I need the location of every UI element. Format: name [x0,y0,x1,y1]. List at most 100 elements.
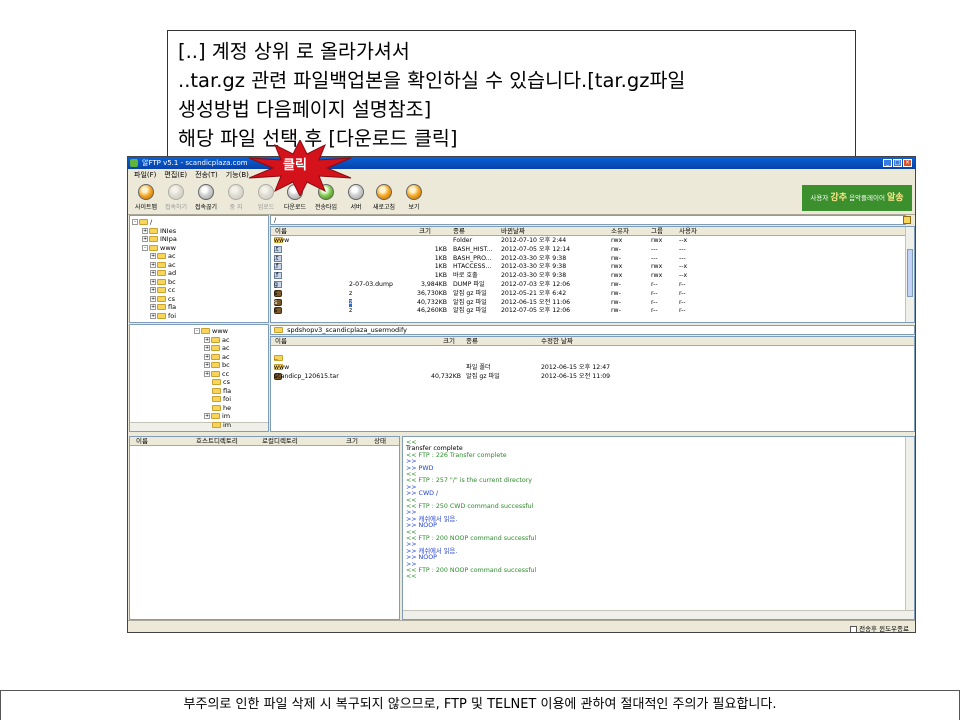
tree-item[interactable]: - www [194,327,228,336]
collapse-icon[interactable]: - [194,328,200,334]
expand-icon[interactable]: + [204,362,210,368]
expand-icon[interactable]: + [150,261,156,268]
tree-item[interactable]: he [212,404,231,413]
remote-vertical-scrollbar[interactable] [905,227,914,322]
expand-icon[interactable]: + [204,336,210,343]
column-header[interactable]: 이름 [275,337,287,346]
tree-item[interactable]: + ac [204,353,230,362]
expand-icon[interactable]: + [204,353,210,360]
toolbar-button-8[interactable]: 새로고침 [370,184,398,214]
menu-transfer[interactable]: 전송(T) [195,169,218,181]
toolbar-button-9[interactable]: 보기 [400,184,428,214]
file-name: s [274,289,278,297]
minimize-icon[interactable]: _ [883,159,892,167]
column-header[interactable]: 상태 [374,437,386,446]
tree-item[interactable]: + bc [204,361,230,370]
tree-item[interactable]: + foi [150,312,176,321]
tree-item[interactable]: + bc [150,278,176,287]
tree-item[interactable]: + ac [150,261,176,270]
tree-item[interactable]: + cs [150,295,175,304]
tree-item[interactable]: + INIes [142,227,176,236]
table-row[interactable]: .t 1KB BASH_HIST... 2012-07-05 오후 12:14 rw- -… [271,245,901,255]
column-header[interactable]: 바뀐날짜 [501,227,525,236]
expand-icon[interactable]: + [150,287,156,293]
column-header[interactable]: 종류 [453,227,465,236]
menu-file[interactable]: 파일(F) [134,169,156,181]
remote-folder-up-icon[interactable] [903,216,911,224]
log-horizontal-scrollbar[interactable] [403,610,914,619]
tree-item[interactable]: im [212,421,231,430]
tree-item[interactable]: + fla [150,303,176,312]
toolbar-button-3[interactable]: 중 지 [222,184,250,214]
expand-icon[interactable]: + [150,253,156,259]
tree-item[interactable]: + ac [204,336,230,345]
tree-item[interactable]: + im [204,412,230,421]
column-header[interactable]: 이름 [136,437,148,446]
tree-item[interactable]: + ac [150,252,176,261]
expand-icon[interactable]: + [204,413,210,419]
tree-item[interactable]: fla [212,387,231,396]
type-cell: 알집 gz 파일 [453,289,487,297]
collapse-icon[interactable]: - [142,244,148,251]
table-row[interactable]: .f 1KB 바로 호출 2012-03-30 오후 9:38 rwx rwx --x [271,272,901,281]
column-header[interactable]: 크기 [419,227,431,236]
checkbox-box[interactable] [850,625,858,632]
tree-item-label: ad [168,269,177,277]
table-row[interactable]: .f 1KB HTACCESS... 2012-03-30 오후 9:38 rwx rwx… [271,263,901,272]
expand-icon[interactable]: + [150,278,156,285]
expand-icon[interactable]: + [204,345,210,351]
close-icon[interactable]: × [903,159,912,167]
column-header[interactable]: 그룹 [651,227,663,236]
toolbar-button-0[interactable]: 사이트맵 [132,184,160,214]
column-header[interactable]: 이름 [275,227,287,236]
local-path-bar[interactable]: spdshopv3_scandicplaza_usermodify [270,325,915,335]
expand-icon[interactable]: + [204,370,210,377]
table-row[interactable]: g 2-07-03.dump 3,984KB DUMP 파일 2012-07-03 오후… [271,281,901,290]
column-header[interactable]: 소유자 [611,227,629,236]
table-row[interactable]: s z 36,730KB 알집 gz 파일 2012-05-21 오후 6:42 rw-r… [271,289,901,299]
column-header[interactable]: 크기 [346,437,358,446]
file-name: .. [274,355,278,362]
tree-item[interactable]: - www [142,244,176,253]
column-header[interactable]: 종류 [466,337,478,346]
tree-item[interactable]: + cc [150,286,175,295]
remote-path-bar[interactable]: / [270,215,906,225]
toolbar-button-2[interactable]: 접속끊기 [192,184,220,214]
log-vertical-scrollbar[interactable] [905,437,914,611]
column-header[interactable]: 크기 [443,337,455,346]
tree-item[interactable]: + INIpa [142,235,177,244]
close-after-transfer-checkbox[interactable]: 전송후 윈도우종료 [850,623,909,632]
column-header[interactable]: 사용자 [679,227,697,236]
table-row[interactable]: s z 46,260KB 알집 gz 파일 2012-07-05 오후 12:06 rw-… [271,307,901,316]
scroll-thumb[interactable] [907,249,913,297]
expand-icon[interactable]: + [150,270,156,276]
table-row[interactable]: .. [271,355,911,364]
maximize-icon[interactable]: □ [893,159,902,167]
tree-item[interactable]: foi [212,395,231,404]
toolbar-button-1[interactable]: 접속하기 [162,184,190,214]
tree-item[interactable]: cs [212,378,230,387]
local-tree-horizontal-scrollbar[interactable] [130,422,268,431]
collapse-icon[interactable]: - [132,219,138,225]
tree-item[interactable]: - / [132,218,152,227]
type-cell: 파일 폴더 [466,363,491,371]
column-header[interactable]: 수정한 날짜 [541,337,573,346]
menu-edit[interactable]: 편집(E) [164,169,187,181]
tree-item[interactable]: + ad [150,269,176,278]
expand-icon[interactable]: + [150,304,156,310]
ad-banner[interactable]: 사용자 강추 음악플레이어 알송 [802,185,912,211]
tree-item[interactable]: + ac [204,344,230,353]
column-header[interactable]: 로컬디렉토리 [262,437,298,446]
column-header[interactable]: 호스트디렉토리 [196,437,238,446]
table-row[interactable]: scandicp_120615.tar 40,732KB 알집 gz 파일 2012-… [271,372,911,382]
menu-function[interactable]: 기능(B) [226,169,249,181]
expand-icon[interactable]: + [150,295,156,302]
expand-icon[interactable]: + [142,236,148,242]
tree-item[interactable]: + cc [204,370,229,379]
table-row[interactable]: www 파일 폴더 2012-06-15 오후 12:47 [271,363,911,373]
table-row[interactable]: .t 1KB BASH_PRO... 2012-03-30 오후 9:38 rw- ---… [271,254,901,264]
expand-icon[interactable]: + [142,227,148,234]
table-row[interactable]: www Folder 2012-07-10 오후 2:44 rwx rwx --x [271,237,901,246]
table-row[interactable]: s z 40,732KB 알집 gz 파일 2012-06-15 오전 11:06 rw-… [271,298,901,308]
expand-icon[interactable]: + [150,312,156,319]
